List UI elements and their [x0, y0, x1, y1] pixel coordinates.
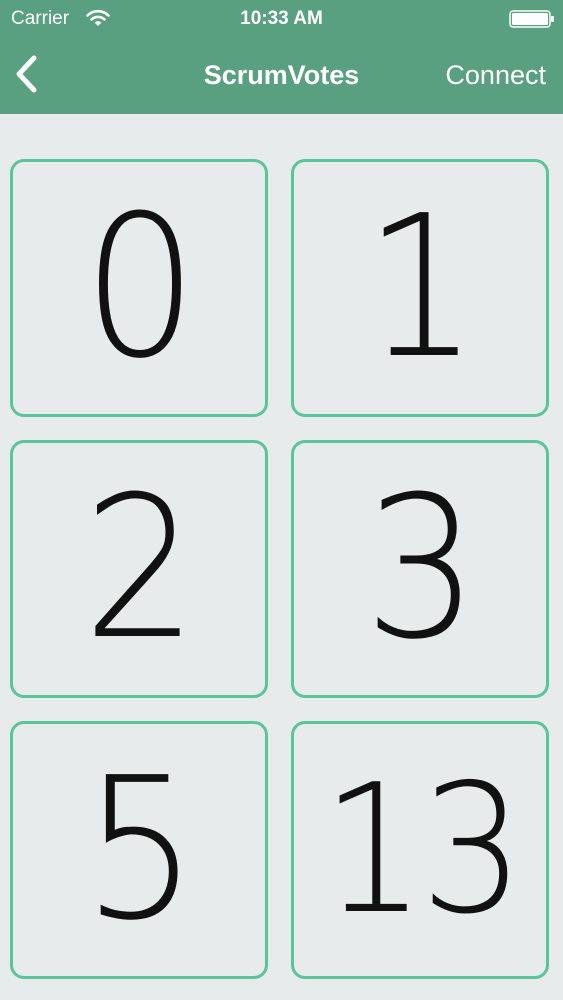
vote-card-5[interactable]: 5 [10, 721, 268, 979]
navigation-bar: ScrumVotes Connect [0, 38, 563, 114]
vote-card-3[interactable]: 3 [291, 440, 549, 698]
vote-card-2[interactable]: 2 [10, 440, 268, 698]
vote-card-1[interactable]: 1 [291, 159, 549, 417]
vote-card-13[interactable]: 13 [291, 721, 549, 979]
vote-value: 13 [321, 746, 524, 953]
vote-value: 2 [82, 455, 198, 683]
app-header: Carrier 10:33 AM ScrumVotes Connect [0, 0, 563, 114]
vote-grid: 0 1 2 3 5 13 [0, 114, 563, 1000]
status-bar: Carrier 10:33 AM [0, 0, 563, 38]
vote-value: 5 [82, 736, 198, 964]
vote-value: 1 [363, 174, 479, 402]
battery-icon [509, 10, 555, 28]
vote-value: 3 [363, 455, 479, 683]
connect-button[interactable]: Connect [445, 58, 546, 92]
vote-card-0[interactable]: 0 [10, 159, 268, 417]
clock: 10:33 AM [240, 8, 323, 29]
vote-value: 0 [82, 174, 198, 402]
